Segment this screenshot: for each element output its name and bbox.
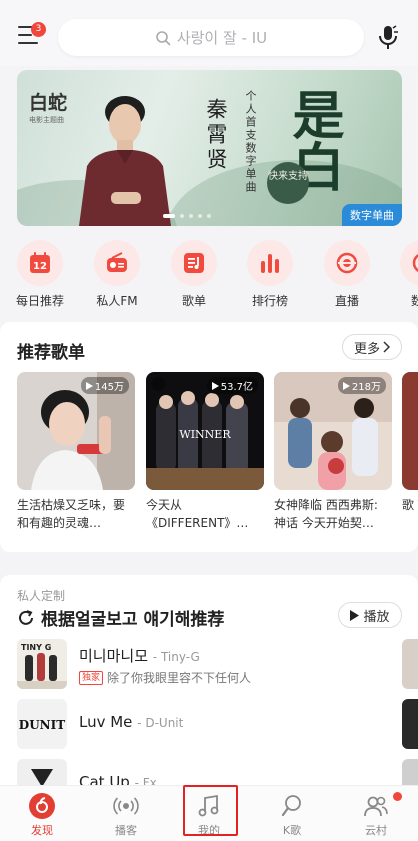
banner-seal: 快来支持 — [267, 162, 309, 204]
chart-bars-icon — [261, 254, 279, 273]
refresh-icon — [19, 609, 33, 625]
song-info: 独家 除了你我眼里容不下任何人 — [79, 669, 251, 686]
category-charts[interactable]: 排行榜 — [240, 240, 300, 309]
more-button[interactable]: 更多 — [342, 334, 402, 360]
voice-search-button[interactable] — [377, 24, 399, 52]
community-icon — [364, 796, 388, 817]
live-icon — [336, 252, 358, 274]
personal-recommend-section: 私人定制 根据얼굴보고 얘기해推荐 播放 TINY G 미니마니모 - Tiny… — [0, 575, 418, 795]
banner-artist-name: 秦霄贤 — [204, 98, 228, 173]
song-artist: - Tiny-G — [152, 650, 200, 664]
next-page-cover[interactable] — [402, 699, 418, 749]
highlight-box — [183, 785, 238, 836]
song-item[interactable]: TINY G 미니마니모 - Tiny-G 独家 除了你我眼里容不下任何人 — [17, 639, 397, 693]
category-live[interactable]: 直播 — [317, 240, 377, 309]
chevron-right-icon — [383, 341, 390, 353]
section-title: 根据얼굴보고 얘기해推荐 — [41, 610, 225, 630]
exclusive-badge: 独家 — [79, 670, 104, 685]
playlist-card[interactable]: 145万 生活枯燥又乏味，要和有趣的灵魂… — [17, 372, 135, 532]
playlist-cover: 145万 — [17, 372, 135, 490]
microphone-icon — [379, 25, 398, 49]
podcast-icon — [113, 797, 139, 815]
play-count: 145万 — [80, 377, 129, 394]
promo-banner[interactable]: 白蛇 电影主题曲 秦霄贤 个人首支数字单曲 是白 快来支持 数字单曲 — [17, 70, 402, 226]
artist-photo — [79, 96, 171, 226]
search-placeholder: 사랑이 잘 - IU — [176, 29, 268, 47]
netease-logo-icon — [151, 377, 165, 391]
tab-discover[interactable]: 发现 — [10, 790, 74, 840]
play-icon — [85, 381, 93, 390]
banner-subtitle: 个人首支数字单曲 — [244, 90, 257, 194]
song-cover: TINY G — [17, 639, 67, 689]
playlist-title: 今天从《DIFFERENT》… — [146, 498, 249, 530]
playlist-title: 生活枯燥又乏味，要和有趣的灵魂… — [17, 498, 126, 530]
search-input[interactable]: 사랑이 잘 - IU — [58, 19, 364, 56]
playlist-cover: WINNER 53.7亿 — [146, 372, 264, 490]
top-bar: 3 사랑이 잘 - IU — [0, 0, 418, 66]
discover-icon — [29, 793, 55, 819]
category-playlist[interactable]: 歌单 — [164, 240, 224, 309]
section-title: 推荐歌单 — [17, 343, 85, 363]
song-title: Luv Me - D-Unit — [79, 713, 184, 731]
play-all-button[interactable]: 播放 — [338, 602, 402, 628]
song-cover: DUNIT — [17, 699, 67, 749]
refresh-title[interactable]: 根据얼굴보고 얘기해推荐 — [17, 605, 224, 630]
playlist-title: 歌 Tar — [402, 498, 418, 512]
banner-pagination — [163, 214, 211, 218]
category-digital[interactable]: 数字 — [393, 240, 418, 309]
tab-podcast[interactable]: 播客 — [94, 790, 158, 840]
recommended-playlists-section: 推荐歌单 更多 145万 生活枯燥又乏味，要和有趣的灵魂… WINNER 53.… — [0, 322, 418, 552]
radio-icon — [107, 252, 127, 272]
tab-community[interactable]: 云村 — [344, 790, 408, 840]
notification-badge: 3 — [31, 22, 46, 37]
playlist-card[interactable]: WINNER 53.7亿 今天从《DIFFERENT》… — [146, 372, 264, 532]
banner-type-tag: 数字单曲 — [342, 204, 402, 226]
banner-logo: 白蛇 电影主题曲 — [29, 92, 68, 124]
play-icon — [350, 609, 360, 621]
song-artist: - D-Unit — [137, 716, 184, 730]
section-tag: 私人定制 — [17, 589, 66, 603]
app-screen: 3 사랑이 잘 - IU 白蛇 电影主题曲 秦霄贤 个人首支数字单曲 是白 快来… — [0, 0, 418, 841]
category-fm[interactable]: 私人FM — [87, 240, 147, 309]
playlist-card[interactable]: 218万 女神降临 西西弗斯: 神话 今天开始契… — [274, 372, 392, 532]
song-item[interactable]: DUNIT Luv Me - D-Unit — [17, 699, 397, 753]
playlist-card[interactable]: 歌 Tar — [402, 372, 418, 532]
playlist-icon — [184, 253, 204, 273]
karaoke-mic-icon — [281, 795, 301, 817]
play-count: 218万 — [337, 377, 386, 394]
playlist-cover: 218万 — [274, 372, 392, 490]
play-icon — [342, 381, 350, 390]
category-row: 12 每日推荐 私人FM 歌单 排行榜 直播 数 — [0, 240, 418, 312]
svg-text:12: 12 — [33, 261, 47, 272]
svg-text:WINNER: WINNER — [179, 428, 231, 441]
svg-text:DUNIT: DUNIT — [19, 718, 65, 732]
play-icon — [211, 381, 219, 390]
next-page-cover[interactable] — [402, 639, 418, 689]
song-title: 미니마니모 - Tiny-G — [79, 647, 200, 665]
search-icon — [156, 30, 171, 45]
digital-album-icon — [412, 254, 418, 272]
svg-text:TINY G: TINY G — [21, 643, 51, 652]
category-daily[interactable]: 12 每日推荐 — [10, 240, 70, 309]
calendar-icon: 12 — [30, 252, 50, 273]
playlist-title: 女神降临 西西弗斯: 神话 今天开始契… — [274, 498, 378, 530]
playlist-cover — [402, 372, 418, 490]
play-count: 53.7亿 — [206, 377, 258, 394]
tab-karaoke[interactable]: K歌 — [260, 790, 324, 840]
notification-dot — [393, 792, 402, 801]
